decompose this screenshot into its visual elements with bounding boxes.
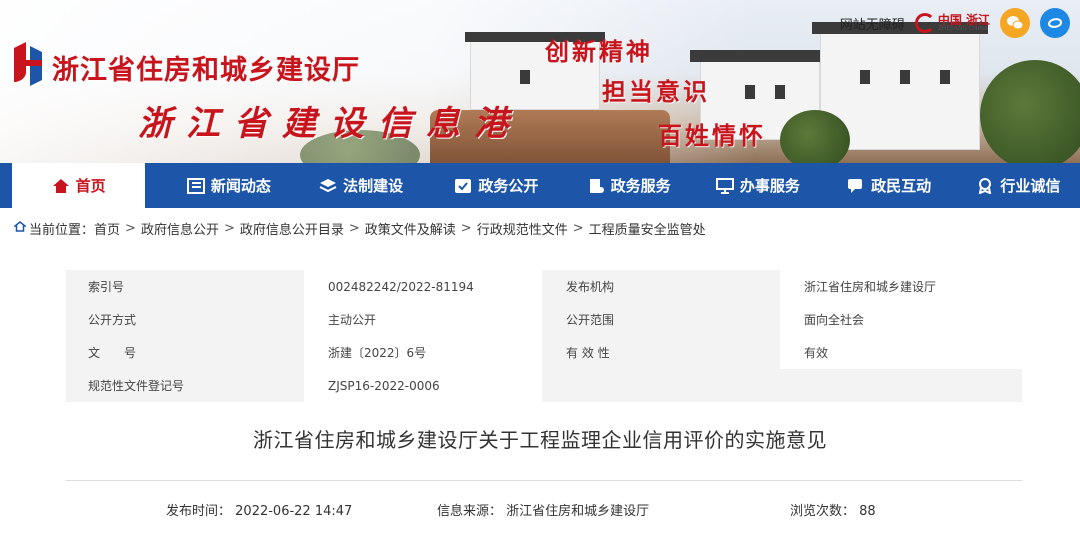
- nav-item-gov-service[interactable]: 政务服务: [563, 163, 694, 208]
- nav-item-affairs[interactable]: 办事服务: [694, 163, 821, 208]
- service-icon: [587, 178, 605, 194]
- zhejiang-china-subtext: ZHEJIANG CHINA: [937, 25, 988, 33]
- meta-row: 公开方式 主动公开 公开范围 面向全社会: [66, 303, 1022, 336]
- source-value: 浙江省住房和城乡建设厅: [506, 504, 650, 519]
- meta-value: 有效: [780, 336, 1022, 369]
- slogan-2: 担当意识: [602, 77, 710, 106]
- site-logo-icon[interactable]: [10, 42, 46, 86]
- nav-label: 政务服务: [610, 177, 671, 195]
- nav-label: 法制建设: [343, 177, 404, 195]
- meta-key: 文 号: [66, 336, 304, 369]
- header-banner: 浙江省住房和城乡建设厅 浙江省建设信息港 创新精神 担当意识 百姓情怀 网站无障…: [0, 0, 1080, 163]
- source-label: 信息来源：: [437, 504, 503, 519]
- window: [860, 70, 870, 84]
- slogan-1: 创新精神: [545, 37, 653, 66]
- monitor-icon: [715, 177, 734, 194]
- credit-icon: [976, 177, 994, 194]
- nav-label: 政民互动: [871, 177, 932, 195]
- breadcrumb-item[interactable]: 政策文件及解读: [365, 219, 456, 238]
- breadcrumb-item[interactable]: 工程质量安全监管处: [589, 219, 706, 238]
- meta-key: 发布机构: [542, 270, 780, 303]
- breadcrumb-separator: >: [125, 221, 136, 236]
- nav-label: 新闻动态: [210, 177, 271, 195]
- window: [940, 70, 950, 84]
- meta-key: 规范性文件登记号: [66, 369, 304, 402]
- meta-empty: [542, 369, 1022, 402]
- slogan-3: 百姓情怀: [658, 121, 766, 150]
- breadcrumb: 当前位置： 首页 > 政府信息公开 > 政府信息公开目录 > 政策文件及解读 >…: [12, 219, 706, 238]
- breadcrumb-separator: >: [223, 221, 235, 236]
- zhejiang-mark-icon: [914, 13, 935, 33]
- nav-item-interaction[interactable]: 政民互动: [821, 163, 956, 208]
- breadcrumb-item[interactable]: 政府信息公开目录: [240, 219, 344, 238]
- nav-label: 政务公开: [478, 177, 539, 195]
- home-icon: [52, 178, 70, 194]
- wechat-icon[interactable]: [1000, 8, 1030, 38]
- document-meta-table: 索引号 002482242/2022-81194 发布机构 浙江省住房和城乡建设…: [66, 270, 1022, 402]
- breadcrumb-prefix: 当前位置：: [29, 223, 95, 238]
- meta-value: ZJSP16-2022-0006: [304, 369, 542, 402]
- window: [745, 85, 755, 99]
- meta-row: 文 号 浙建〔2022〕6号 有 效 性 有效: [66, 336, 1022, 369]
- meta-row: 索引号 002482242/2022-81194 发布机构 浙江省住房和城乡建设…: [66, 270, 1022, 303]
- breadcrumb-home[interactable]: 首页: [94, 219, 120, 238]
- window: [775, 85, 785, 99]
- chat-icon: [847, 178, 865, 194]
- nav-item-credit[interactable]: 行业诚信: [957, 163, 1080, 208]
- site-title[interactable]: 浙江省住房和城乡建设厅: [52, 48, 360, 87]
- publish-time-label: 发布时间：: [166, 504, 232, 519]
- meta-key: 有 效 性: [542, 336, 780, 369]
- nav-label: 行业诚信: [1000, 177, 1061, 195]
- newspaper-icon: [186, 177, 205, 194]
- site-subtitle: 浙江省建设信息港: [138, 104, 522, 144]
- window: [900, 70, 910, 84]
- breadcrumb-item[interactable]: 行政规范性文件: [477, 219, 568, 238]
- accessibility-link[interactable]: 网站无障碍: [840, 14, 905, 33]
- meta-row: 规范性文件登记号 ZJSP16-2022-0006: [66, 369, 1022, 402]
- weibo-icon[interactable]: [1040, 8, 1070, 38]
- info-source: 信息来源： 浙江省住房和城乡建设厅: [437, 500, 649, 519]
- header-tools: 网站无障碍 中国 浙江 ZHEJIANG CHINA: [840, 8, 1070, 38]
- breadcrumb-separator: >: [572, 221, 584, 236]
- nav-item-gov-open[interactable]: 政务公开: [430, 163, 563, 208]
- tree: [980, 60, 1080, 163]
- breadcrumb-separator: >: [348, 221, 360, 236]
- roof-mid: [690, 50, 830, 62]
- zhejiang-china-logo[interactable]: 中国 浙江 ZHEJIANG CHINA: [914, 13, 990, 33]
- main-nav: 首页 新闻动态 法制建设 政务公开 政务服务 办事服务 政民互动 行业诚信: [0, 163, 1080, 208]
- meta-key: 索引号: [66, 270, 304, 303]
- gov-open-icon: [454, 178, 472, 194]
- views-value: 88: [859, 504, 876, 519]
- nav-item-home[interactable]: 首页: [12, 163, 146, 208]
- view-count: 浏览次数： 88: [790, 500, 876, 519]
- divider: [66, 480, 1022, 481]
- meta-value: 002482242/2022-81194: [304, 270, 542, 303]
- location-icon: [12, 221, 28, 236]
- nav-label: 首页: [75, 177, 106, 195]
- layers-icon: [319, 178, 337, 194]
- meta-value: 面向全社会: [780, 303, 1022, 336]
- publish-time-value: 2022-06-22 14:47: [235, 504, 353, 519]
- breadcrumb-item[interactable]: 政府信息公开: [141, 219, 219, 238]
- meta-value: 浙建〔2022〕6号: [304, 336, 542, 369]
- document-title: 浙江省住房和城乡建设厅关于工程监理企业信用评价的实施意见: [253, 428, 827, 452]
- window: [520, 70, 530, 84]
- publish-time: 发布时间： 2022-06-22 14:47: [166, 500, 352, 519]
- nav-item-legal[interactable]: 法制建设: [293, 163, 430, 208]
- meta-value: 浙江省住房和城乡建设厅: [780, 270, 1022, 303]
- meta-key: 公开范围: [542, 303, 780, 336]
- nav-item-news[interactable]: 新闻动态: [165, 163, 292, 208]
- nav-label: 办事服务: [739, 177, 800, 195]
- tree: [780, 110, 850, 163]
- views-label: 浏览次数：: [790, 504, 856, 519]
- meta-key: 公开方式: [66, 303, 304, 336]
- breadcrumb-separator: >: [460, 221, 472, 236]
- meta-value: 主动公开: [304, 303, 542, 336]
